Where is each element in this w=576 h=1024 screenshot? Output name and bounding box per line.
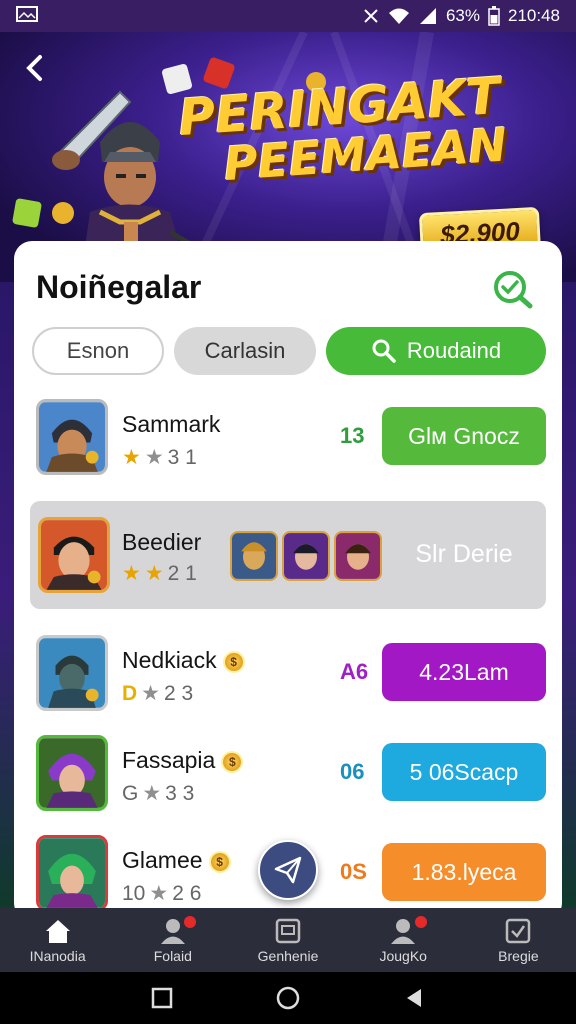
back-triangle-icon[interactable] [403, 987, 425, 1009]
nav-item-bregie[interactable]: Bregie [461, 908, 576, 972]
team-avatars [230, 531, 382, 581]
star-icon: ★ [141, 682, 160, 705]
rating-value: 3 3 [165, 781, 195, 805]
system-navigation-bar [0, 972, 576, 1024]
gallery-icon [275, 918, 301, 943]
team-avatar [230, 531, 278, 581]
signal-icon [419, 8, 436, 24]
player-rating: ★ ★ 3 1 [122, 445, 197, 470]
player-rating: G ★ 3 3 [122, 781, 194, 806]
rank-prefix: D [122, 681, 138, 705]
nav-label: Bregie [498, 947, 539, 964]
coin-icon: $ [208, 850, 231, 873]
wifi-icon [388, 8, 409, 24]
search-icon [372, 339, 396, 363]
player-name: Nedkiack $ [122, 647, 245, 674]
avatar [38, 517, 110, 593]
rating-value: 2 1 [167, 561, 197, 585]
star-icon: ★ [142, 782, 162, 805]
player-score: A6 [340, 659, 369, 684]
clock: 210:48 [508, 6, 560, 25]
rating-value: 3 1 [167, 445, 197, 469]
bottom-navigation: INanodia Folaid Genhenie JougKo Bregie [0, 908, 576, 972]
tab-esnon[interactable]: Esnon [32, 327, 164, 375]
card-title: Noiñegalar [36, 269, 202, 305]
nav-label: Genhenie [257, 947, 319, 964]
nav-label: INanodia [29, 947, 86, 964]
row-action-button[interactable]: 5 06Scacp [382, 743, 546, 801]
tab-roudaind-label: Roudaind [406, 338, 502, 363]
player-rating: D ★ 2 3 [122, 681, 193, 706]
send-fab-button[interactable] [258, 840, 318, 900]
star-icon: ★ [122, 446, 141, 469]
rank-prefix: 10 [122, 881, 146, 905]
home-circle-icon[interactable] [275, 985, 301, 1011]
chevron-left-icon [26, 55, 42, 81]
recents-icon[interactable] [151, 987, 173, 1009]
avatar [36, 835, 108, 911]
tab-carlasin[interactable]: Carlasin [174, 327, 316, 375]
star-icon: ★ [149, 882, 169, 905]
tab-roudaind[interactable]: Roudaind [326, 327, 546, 375]
player-name-text: Fassapia [122, 747, 216, 773]
coin-icon: $ [222, 650, 245, 673]
player-name-text: Nedkiack [122, 647, 217, 673]
star-icon: ★ [122, 562, 141, 585]
rank-prefix: G [122, 781, 139, 805]
player-name: Glamee $ [122, 847, 231, 874]
rating-value: 2 6 [172, 881, 202, 905]
list-item[interactable]: Sammark ★ ★ 3 1 13 Glм Gnocz [14, 389, 562, 489]
notification-area [16, 5, 362, 27]
home-icon [45, 919, 70, 943]
status-bar: 63% 210:48 [0, 0, 576, 32]
nav-item-home[interactable]: INanodia [0, 908, 115, 972]
leaderboard-card: Noiñegalar Esnon Carlasin Roudaind Samma… [14, 241, 562, 921]
search-check-button[interactable] [490, 269, 536, 309]
image-notification-icon [16, 5, 38, 22]
coin-icon: $ [221, 750, 244, 773]
player-score: 06 [340, 759, 365, 784]
nav-label: JougKo [379, 947, 427, 964]
star-icon: ★ [144, 562, 164, 585]
search-check-icon [494, 271, 533, 309]
row-action-button[interactable]: 1.83.lyeca [382, 843, 546, 901]
player-rating: 10 ★ 2 6 [122, 881, 201, 906]
nav-item-folaid[interactable]: Folaid [115, 908, 230, 972]
notification-badge [414, 916, 427, 928]
nav-item-genhenie[interactable]: Genhenie [230, 908, 345, 972]
back-button[interactable] [20, 52, 52, 84]
star-icon: ★ [144, 446, 164, 469]
player-score: 13 [340, 423, 365, 448]
rating-value: 2 3 [164, 681, 194, 705]
notification-badge [184, 916, 197, 928]
list-item[interactable]: Nedkiack $ D ★ 2 3 A6 4.23Lam [14, 625, 562, 725]
player-name-text: Glamee [122, 847, 203, 873]
player-name: Fassapia $ [122, 747, 244, 774]
nav-item-jougko[interactable]: JougKo [346, 908, 461, 972]
team-avatar [334, 531, 382, 581]
nfc-icon [364, 9, 378, 23]
shield-check-icon [506, 918, 531, 943]
list-item-highlighted[interactable]: Beedier ★ ★ 2 1 Slr Derie [30, 501, 546, 609]
user-icon [391, 918, 416, 944]
player-rating: ★ ★ 2 1 [122, 561, 197, 586]
player-score: 0S [340, 859, 367, 884]
filter-tabs: Esnon Carlasin Roudaind [32, 327, 546, 377]
hero-title: PERINGAKT PEEMAEAN [177, 67, 509, 191]
user-icon [160, 918, 185, 944]
list-item[interactable]: Fassapia $ G ★ 3 3 06 5 06Scacp [14, 725, 562, 825]
battery-icon [488, 6, 500, 26]
battery-percent: 63% [445, 6, 480, 25]
nav-label: Folaid [153, 947, 192, 964]
row-action-button[interactable]: Slr Derie [382, 525, 546, 583]
avatar [36, 399, 108, 475]
row-action-button[interactable]: 4.23Lam [382, 643, 546, 701]
row-action-button[interactable]: Glм Gnocz [382, 407, 546, 465]
avatar [36, 635, 108, 711]
player-name: Sammark [122, 411, 221, 437]
paper-plane-icon [274, 856, 302, 884]
player-name: Beedier [122, 529, 202, 555]
team-avatar [282, 531, 330, 581]
avatar [36, 735, 108, 811]
